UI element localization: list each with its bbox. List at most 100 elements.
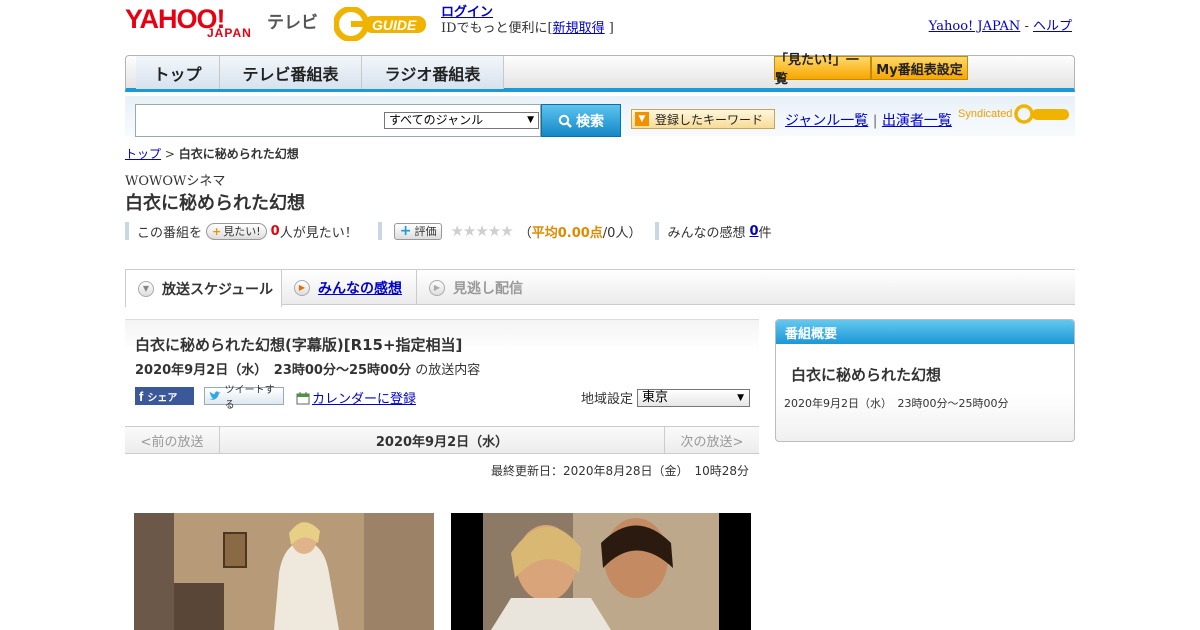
meta-divider — [377, 222, 382, 240]
wanna-see-list-button[interactable]: 「見たい!」一覧 — [774, 53, 871, 87]
plus-icon: + — [399, 223, 412, 239]
average-count: /0人） — [602, 225, 642, 241]
g-guide-logo[interactable]: GUIDE — [333, 6, 430, 42]
login-box: ログイン IDでもっと便利に[新規取得 ] — [441, 5, 614, 37]
rate-label: 評価 — [414, 225, 437, 238]
twitter-bird-icon — [208, 391, 221, 400]
meta-divider — [655, 222, 660, 240]
facebook-share-label: シェア — [147, 392, 178, 404]
broadcast-time: 2020年9月2日（水） 23時00分～25時00分 の放送内容 — [135, 359, 480, 378]
broadcast-time-value: 2020年9月2日（水） 23時00分～25時00分 — [135, 363, 412, 378]
breadcrumb: トップ > 白衣に秘められた幻想 — [125, 145, 299, 162]
next-broadcast-button[interactable]: 次の放送> — [664, 427, 759, 453]
login-desc: IDでもっと便利に[ — [441, 21, 553, 36]
tweet-button[interactable]: ツイートする — [204, 385, 284, 411]
region-select[interactable]: 東京 ▼ — [637, 388, 751, 407]
tab-schedule[interactable]: ▼ 放送スケジュール — [125, 270, 282, 307]
tab-schedule-label: 放送スケジュール — [162, 281, 274, 298]
rate-button[interactable]: + 評価 — [393, 222, 443, 240]
tab-impressions[interactable]: ▶ みんなの感想 — [282, 270, 417, 305]
play-icon: ▶ — [294, 279, 310, 296]
plus-icon: + — [212, 224, 222, 238]
scene-thumbnail-2[interactable] — [451, 513, 751, 630]
channel-name: WOWOWシネマ — [125, 174, 226, 189]
nav-tab-top[interactable]: トップ — [136, 56, 220, 89]
chevron-down-icon: ▼ — [527, 115, 534, 125]
program-meta: この番組を + 見たい! 0 人が見たい！ + 評価 ★★★★★ （平均0.00… — [125, 221, 772, 241]
genre-select-value: すべてのジャンル — [389, 113, 484, 127]
impressions-label: みんなの感想 — [667, 225, 746, 241]
performer-list-link[interactable]: 出演者一覧 — [882, 113, 952, 129]
scene-still-image — [451, 513, 751, 630]
page-title: 白衣に秘められた幻想 — [125, 193, 305, 214]
g-guide-small-logo-icon — [1014, 104, 1070, 124]
my-listing-settings-button[interactable]: My番組表設定 — [871, 56, 968, 80]
calendar-register-link: カレンダーに登録 — [312, 392, 417, 407]
genre-list-link[interactable]: ジャンル一覧 — [785, 113, 868, 129]
impressions-count-link[interactable]: 0 — [749, 224, 758, 239]
search-links: ジャンル一覧 | 出演者一覧 — [785, 110, 952, 130]
region-select-value: 東京 — [642, 389, 669, 405]
search-button[interactable]: 検索 — [541, 104, 621, 137]
play-icon: ▶ — [429, 279, 445, 296]
tab-impressions-label: みんなの感想 — [318, 280, 402, 297]
calendar-register[interactable]: カレンダーに登録 — [296, 388, 416, 407]
login-desc-close: ] — [608, 21, 614, 36]
prev-broadcast-button[interactable]: <前の放送 — [125, 427, 220, 453]
impressions-suffix: 件 — [758, 225, 772, 241]
broadcast-time-suffix: の放送内容 — [415, 363, 481, 378]
broadcast-title: 白衣に秘められた幻想(字幕版)[R15+指定相当] — [135, 336, 463, 354]
program-summary-header: 番組概要 — [776, 320, 1074, 344]
registered-keyword-label: 登録したキーワード — [655, 112, 764, 127]
nav-tab-radio-listings[interactable]: ラジオ番組表 — [362, 56, 504, 89]
g-guide-logo-text: GUIDE — [372, 17, 417, 33]
scene-thumbnail-1[interactable] — [134, 513, 434, 630]
syndicated-badge: Syndicated — [958, 104, 1070, 124]
help-link[interactable]: ヘルプ — [1033, 19, 1072, 34]
want-prefix: この番組を — [137, 225, 203, 241]
header-right-links: Yahoo! JAPAN - ヘルプ — [929, 15, 1072, 34]
schedule-tabs: ▼ 放送スケジュール ▶ みんなの感想 ▶ 見逃し配信 — [125, 269, 1075, 307]
breadcrumb-top-link[interactable]: トップ — [125, 147, 161, 161]
nav-tab-tv-listings[interactable]: テレビ番組表 — [220, 56, 362, 89]
yahoo-japan-link[interactable]: Yahoo! JAPAN — [929, 19, 1021, 34]
triangle-down-icon: ▼ — [635, 112, 649, 126]
tab-missed-streaming: ▶ 見逃し配信 — [417, 270, 537, 305]
average-score: 平均0.00点 — [531, 225, 603, 241]
main-nav: トップ テレビ番組表 ラジオ番組表 「見たい!」一覧 My番組表設定 — [125, 53, 1075, 92]
last-updated: 最終更新日：2020年8月28日（金） 10時28分 — [491, 464, 749, 478]
rating-stars-icon: ★★★★★ — [450, 222, 513, 240]
want-suffix: 人が見たい！ — [279, 225, 358, 241]
region-label: 地域設定 — [581, 392, 634, 407]
signup-link[interactable]: 新規取得 — [553, 21, 605, 36]
login-link[interactable]: ログイン — [441, 5, 493, 20]
chevron-down-icon: ▼ — [737, 392, 745, 403]
broadcast-date: 2020年9月2日（水） — [375, 434, 509, 450]
breadcrumb-current: 白衣に秘められた幻想 — [178, 147, 299, 161]
scene-still-image — [134, 513, 434, 630]
calendar-icon — [296, 391, 310, 404]
tv-logo-text[interactable]: テレビ — [267, 8, 318, 33]
registered-keyword-button[interactable]: ▼ 登録したキーワード — [631, 109, 775, 129]
link-separator: | — [872, 113, 878, 129]
search-button-label: 検索 — [576, 113, 604, 130]
want-to-see-label: 見たい! — [223, 225, 261, 238]
program-summary-panel: 番組概要 白衣に秘められた幻想 2020年9月2日（水） 23時00分～25時0… — [775, 319, 1075, 442]
tab-missed-label: 見逃し配信 — [453, 280, 523, 297]
genre-select[interactable]: すべてのジャンル ▼ — [384, 112, 539, 129]
facebook-icon: f — [139, 388, 144, 404]
triangle-down-icon: ▼ — [138, 280, 154, 297]
region-setting: 地域設定 東京 ▼ — [581, 388, 751, 407]
tweet-label: ツイートする — [224, 385, 275, 411]
yahoo-japan-logo-text: JAPAN — [207, 26, 252, 40]
header-separator: - — [1024, 19, 1029, 34]
program-summary-time: 2020年9月2日（水） 23時00分～25時00分 — [784, 397, 1009, 410]
breadcrumb-separator: > — [164, 147, 175, 161]
want-to-see-button[interactable]: + 見たい! — [206, 222, 267, 240]
facebook-share-button[interactable]: f シェア — [135, 387, 194, 405]
want-count: 0 — [270, 223, 280, 239]
avg-open: （ — [518, 225, 532, 241]
search-icon — [558, 114, 572, 128]
meta-divider — [125, 222, 129, 240]
program-summary-title: 白衣に秘められた幻想 — [791, 366, 942, 384]
